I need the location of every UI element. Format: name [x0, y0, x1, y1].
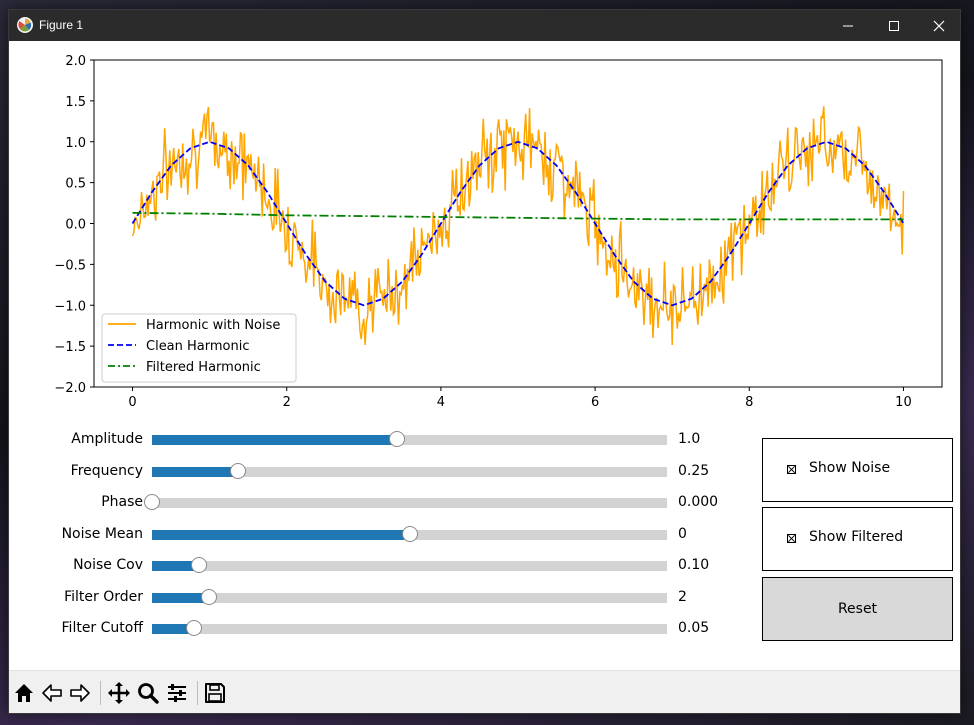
zoom-button[interactable] [134, 679, 162, 707]
title-bar[interactable]: Figure 1 [9, 10, 960, 41]
y-tick-label: 2.0 [65, 54, 86, 69]
amplitude-label: Amplitude [71, 431, 143, 447]
close-icon [933, 20, 945, 31]
amplitude-slider[interactable] [152, 431, 667, 447]
reset-button[interactable]: Reset [762, 577, 953, 641]
maximize-button[interactable] [871, 10, 917, 41]
noise-cov-value: 0.10 [678, 557, 710, 573]
home-icon [15, 684, 33, 702]
noise-cov-label: Noise Cov [73, 557, 143, 573]
checkbox-checked-icon [787, 534, 796, 543]
noise-mean-slider-fill [152, 530, 410, 540]
noise-mean-slider[interactable] [152, 526, 667, 542]
back-icon [42, 684, 62, 702]
amplitude-slider-handle[interactable] [388, 431, 405, 447]
x-tick-label: 4 [437, 395, 445, 410]
y-tick-label: −1.5 [54, 340, 86, 355]
x-tick-label: 6 [591, 395, 599, 410]
y-tick-label: −2.0 [54, 381, 86, 396]
minimize-button[interactable] [825, 10, 871, 41]
filter-cutoff-slider[interactable] [152, 620, 667, 636]
noise-cov-slider-handle[interactable] [190, 557, 207, 573]
pan-button[interactable] [105, 679, 133, 707]
y-tick-label: −0.5 [54, 258, 86, 273]
phase-label: Phase [101, 494, 143, 510]
x-tick-label: 0 [128, 395, 136, 410]
minimize-icon [843, 25, 853, 26]
show-filtered-checkbox[interactable]: Show Filtered [762, 507, 953, 571]
window-title: Figure 1 [39, 18, 84, 32]
amplitude-slider-fill [152, 435, 397, 445]
zoom-icon [138, 683, 159, 704]
show-filtered-label: Show Filtered [809, 529, 904, 545]
filter-cutoff-value: 0.05 [678, 620, 710, 636]
frequency-label: Frequency [70, 463, 143, 479]
frequency-slider-fill [152, 467, 238, 477]
filter-cutoff-slider-handle[interactable] [185, 620, 202, 636]
phase-value: 0.000 [678, 494, 719, 510]
save-button[interactable] [201, 679, 229, 707]
frequency-value: 0.25 [678, 463, 710, 479]
phase-slider[interactable] [144, 494, 667, 510]
frequency-slider-handle[interactable] [230, 463, 246, 479]
save-icon [205, 683, 225, 703]
y-tick-label: −1.0 [54, 299, 86, 314]
legend-label: Harmonic with Noise [146, 318, 280, 333]
amplitude-value: 1.0 [678, 431, 701, 447]
figure-canvas: 0 2 4 6 8 10 2.0 1.5 1.0 0.5 0.0 −0.5 −1.0 −1.5 −2.0 H… [9, 41, 960, 670]
noise-mean-value: 0 [678, 526, 687, 542]
maximize-icon [889, 20, 899, 31]
show-noise-checkbox[interactable]: Show Noise [762, 438, 953, 502]
filter-order-slider[interactable] [152, 589, 667, 605]
app-icon [17, 17, 33, 33]
phase-slider-handle[interactable] [144, 494, 160, 510]
y-tick-label: 1.5 [65, 95, 86, 110]
back-button[interactable] [38, 679, 66, 707]
y-tick-label: 0.5 [65, 177, 86, 192]
y-tick-label: 0.0 [65, 218, 86, 233]
noise-mean-slider-handle[interactable] [401, 526, 418, 542]
noise-mean-label: Noise Mean [61, 526, 143, 542]
legend-label: Clean Harmonic [146, 339, 250, 354]
checkbox-checked-icon [787, 465, 796, 474]
frequency-slider[interactable] [152, 463, 667, 479]
x-tick-label: 8 [745, 395, 753, 410]
filter-cutoff-label: Filter Cutoff [61, 620, 143, 636]
legend-label: Filtered Harmonic [146, 360, 261, 375]
x-tick-label: 2 [283, 395, 291, 410]
home-button[interactable] [10, 679, 38, 707]
forward-icon [70, 684, 90, 702]
filter-order-label: Filter Order [64, 589, 143, 605]
configure-button[interactable] [163, 679, 191, 707]
toolbar-separator [197, 681, 198, 705]
navigation-toolbar [9, 670, 960, 713]
configure-icon [168, 684, 186, 702]
line-chart: 0 2 4 6 8 10 2.0 1.5 1.0 0.5 0.0 −0.5 −1.0 −1.5 −2.0 H… [54, 54, 943, 410]
close-button[interactable] [916, 10, 962, 41]
y-tick-label: 1.0 [65, 136, 86, 151]
toolbar-separator [100, 681, 101, 705]
noise-cov-slider[interactable] [152, 557, 667, 573]
pan-icon [108, 682, 130, 704]
filter-order-value: 2 [678, 589, 687, 605]
show-noise-label: Show Noise [809, 460, 891, 476]
filter-order-slider-handle[interactable] [201, 589, 218, 605]
figure-window: Figure 1 0 2 4 6 8 10 2.0 1.5 1.0 0.5 0.0 −0.5 −1.0 −… [8, 9, 961, 714]
x-tick-label: 10 [895, 395, 912, 410]
forward-button[interactable] [66, 679, 94, 707]
